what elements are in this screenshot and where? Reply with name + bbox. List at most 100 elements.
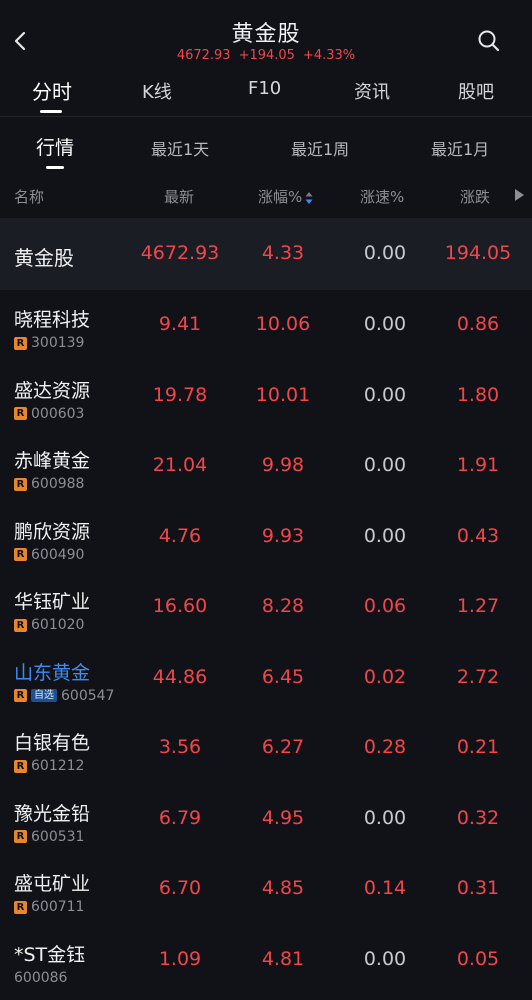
change-speed: 0.00 <box>363 383 407 406</box>
subtab-quotes[interactable]: 行情 <box>36 133 74 160</box>
change-pct: 6.27 <box>261 736 305 758</box>
stock-code: 600711 <box>31 899 85 915</box>
table-row[interactable]: 盛达资源 R 000603 19.78 10.01 0.00 1.80 <box>0 362 532 432</box>
change-amount: 1.91 <box>456 454 500 476</box>
stock-code-line: R 600490 <box>14 547 84 563</box>
active-tab-indicator <box>40 110 62 113</box>
latest-price: 9.41 <box>158 313 202 335</box>
table-row[interactable]: 盛屯矿业 R 600711 6.70 4.85 0.14 0.31 <box>0 855 532 925</box>
tab-f10[interactable]: F10 <box>248 78 281 99</box>
index-name: 黄金股 <box>14 246 74 270</box>
change-amount: 1.80 <box>456 383 500 406</box>
divider <box>0 116 532 117</box>
change-amount: 0.43 <box>456 524 500 547</box>
change-amount: 0.86 <box>456 313 500 335</box>
stock-code: 600490 <box>31 546 85 563</box>
stock-code-line: R 自选 600547 <box>14 688 114 704</box>
latest-price: 6.79 <box>158 806 202 829</box>
index-row[interactable]: 黄金股 4672.93 4.33 0.00 194.05 <box>0 218 532 290</box>
col-change-pct[interactable]: 涨幅% <box>258 186 313 207</box>
col-change-pct-label: 涨幅% <box>258 188 303 206</box>
change-pct: 4.95 <box>261 806 305 829</box>
col-name: 名称 <box>14 188 45 206</box>
change-speed: 0.02 <box>363 665 407 688</box>
change-pct: 6.45 <box>261 665 305 688</box>
table-row[interactable]: 白银有色 R 601212 3.56 6.27 0.28 0.21 <box>0 714 532 784</box>
watchlist-badge: 自选 <box>31 689 57 702</box>
rzrq-badge: R <box>14 830 27 843</box>
column-headers: 名称 最新 涨幅% 涨速% 涨跌 <box>0 184 532 210</box>
change-pct: 4.81 <box>261 947 305 970</box>
index-speed: 0.00 <box>363 242 407 264</box>
subtab-1month[interactable]: 最近1月 <box>431 136 489 160</box>
change-speed: 0.28 <box>363 736 407 758</box>
tab-intraday[interactable]: 分时 <box>32 76 72 105</box>
stock-name: 华钰矿业 <box>14 591 91 613</box>
scroll-right-icon[interactable] <box>515 189 524 201</box>
rzrq-badge: R <box>14 548 27 561</box>
change-speed: 0.06 <box>363 595 407 617</box>
stock-code: 300139 <box>31 335 85 351</box>
stock-code-line: R 601020 <box>14 617 84 633</box>
change-speed: 0.00 <box>363 454 407 476</box>
change-speed: 0.00 <box>363 524 407 547</box>
index-change-pct: +4.33% <box>302 48 356 63</box>
rzrq-badge: R <box>14 618 27 632</box>
latest-price: 6.70 <box>158 877 202 899</box>
active-subtab-indicator <box>46 166 64 169</box>
stock-name: *ST金钰 <box>14 943 86 966</box>
col-latest[interactable]: 最新 <box>164 186 194 207</box>
stock-name: 赤峰黄金 <box>14 450 91 472</box>
stock-name: 晓程科技 <box>14 309 91 331</box>
change-pct: 10.01 <box>255 383 311 406</box>
search-icon[interactable] <box>476 28 502 54</box>
rzrq-badge: R <box>14 336 27 350</box>
col-change[interactable]: 涨跌 <box>460 186 490 207</box>
change-amount: 1.27 <box>456 595 500 617</box>
change-amount: 0.32 <box>456 806 500 829</box>
change-pct: 4.85 <box>261 877 305 899</box>
rzrq-badge: R <box>14 407 27 420</box>
latest-price: 1.09 <box>158 947 202 970</box>
tab-forum[interactable]: 股吧 <box>458 78 494 104</box>
stock-code: 601212 <box>31 758 85 774</box>
change-pct: 10.06 <box>255 313 311 335</box>
latest-price: 3.56 <box>158 736 202 758</box>
stock-code-line: R 600531 <box>14 829 84 845</box>
rzrq-badge: R <box>14 900 27 914</box>
stock-code: 600988 <box>31 476 85 492</box>
change-amount: 0.21 <box>456 736 500 758</box>
change-amount: 2.72 <box>456 665 500 688</box>
stock-name: 盛屯矿业 <box>14 873 91 895</box>
table-row[interactable]: *ST金钰 600086 1.09 4.81 0.00 0.05 <box>0 926 532 996</box>
stock-name: 白银有色 <box>14 732 91 754</box>
subtab-1week[interactable]: 最近1周 <box>291 136 349 160</box>
index-price: 4672.93 <box>176 48 231 63</box>
tab-news[interactable]: 资讯 <box>354 78 390 104</box>
tab-kline[interactable]: K线 <box>142 78 172 104</box>
stock-code-line: R 300139 <box>14 335 84 351</box>
index-change-cell: 194.05 <box>444 242 512 264</box>
latest-price: 16.60 <box>152 595 208 617</box>
page-title: 黄金股 <box>231 22 301 47</box>
rzrq-badge: R <box>14 689 27 702</box>
change-speed: 0.00 <box>363 806 407 829</box>
table-row[interactable]: 晓程科技 R 300139 9.41 10.06 0.00 0.86 <box>0 291 532 361</box>
latest-price: 44.86 <box>152 665 208 688</box>
table-row[interactable]: 赤峰黄金 R 600988 21.04 9.98 0.00 1.91 <box>0 432 532 502</box>
change-amount: 0.05 <box>456 947 500 970</box>
table-row[interactable]: 鹏欣资源 R 600490 4.76 9.93 0.00 0.43 <box>0 503 532 573</box>
table-row[interactable]: 豫光金铅 R 600531 6.79 4.95 0.00 0.32 <box>0 785 532 855</box>
index-quote: 4672.93 +194.05 +4.33% <box>0 48 532 63</box>
stock-name: 盛达资源 <box>14 379 91 402</box>
table-row[interactable]: 山东黄金 R 自选 600547 44.86 6.45 0.02 2.72 <box>0 644 532 714</box>
table-row[interactable]: 华钰矿业 R 601020 16.60 8.28 0.06 1.27 <box>0 573 532 643</box>
header: 黄金股 4672.93 +194.05 +4.33% <box>0 0 532 70</box>
stock-code: 600086 <box>14 969 68 986</box>
subtab-1day[interactable]: 最近1天 <box>151 136 209 160</box>
col-speed[interactable]: 涨速% <box>360 186 404 207</box>
change-speed: 0.00 <box>363 947 407 970</box>
stock-code: 000603 <box>31 405 85 422</box>
change-pct: 9.93 <box>261 524 305 547</box>
stock-code-line: 600086 <box>14 970 67 986</box>
